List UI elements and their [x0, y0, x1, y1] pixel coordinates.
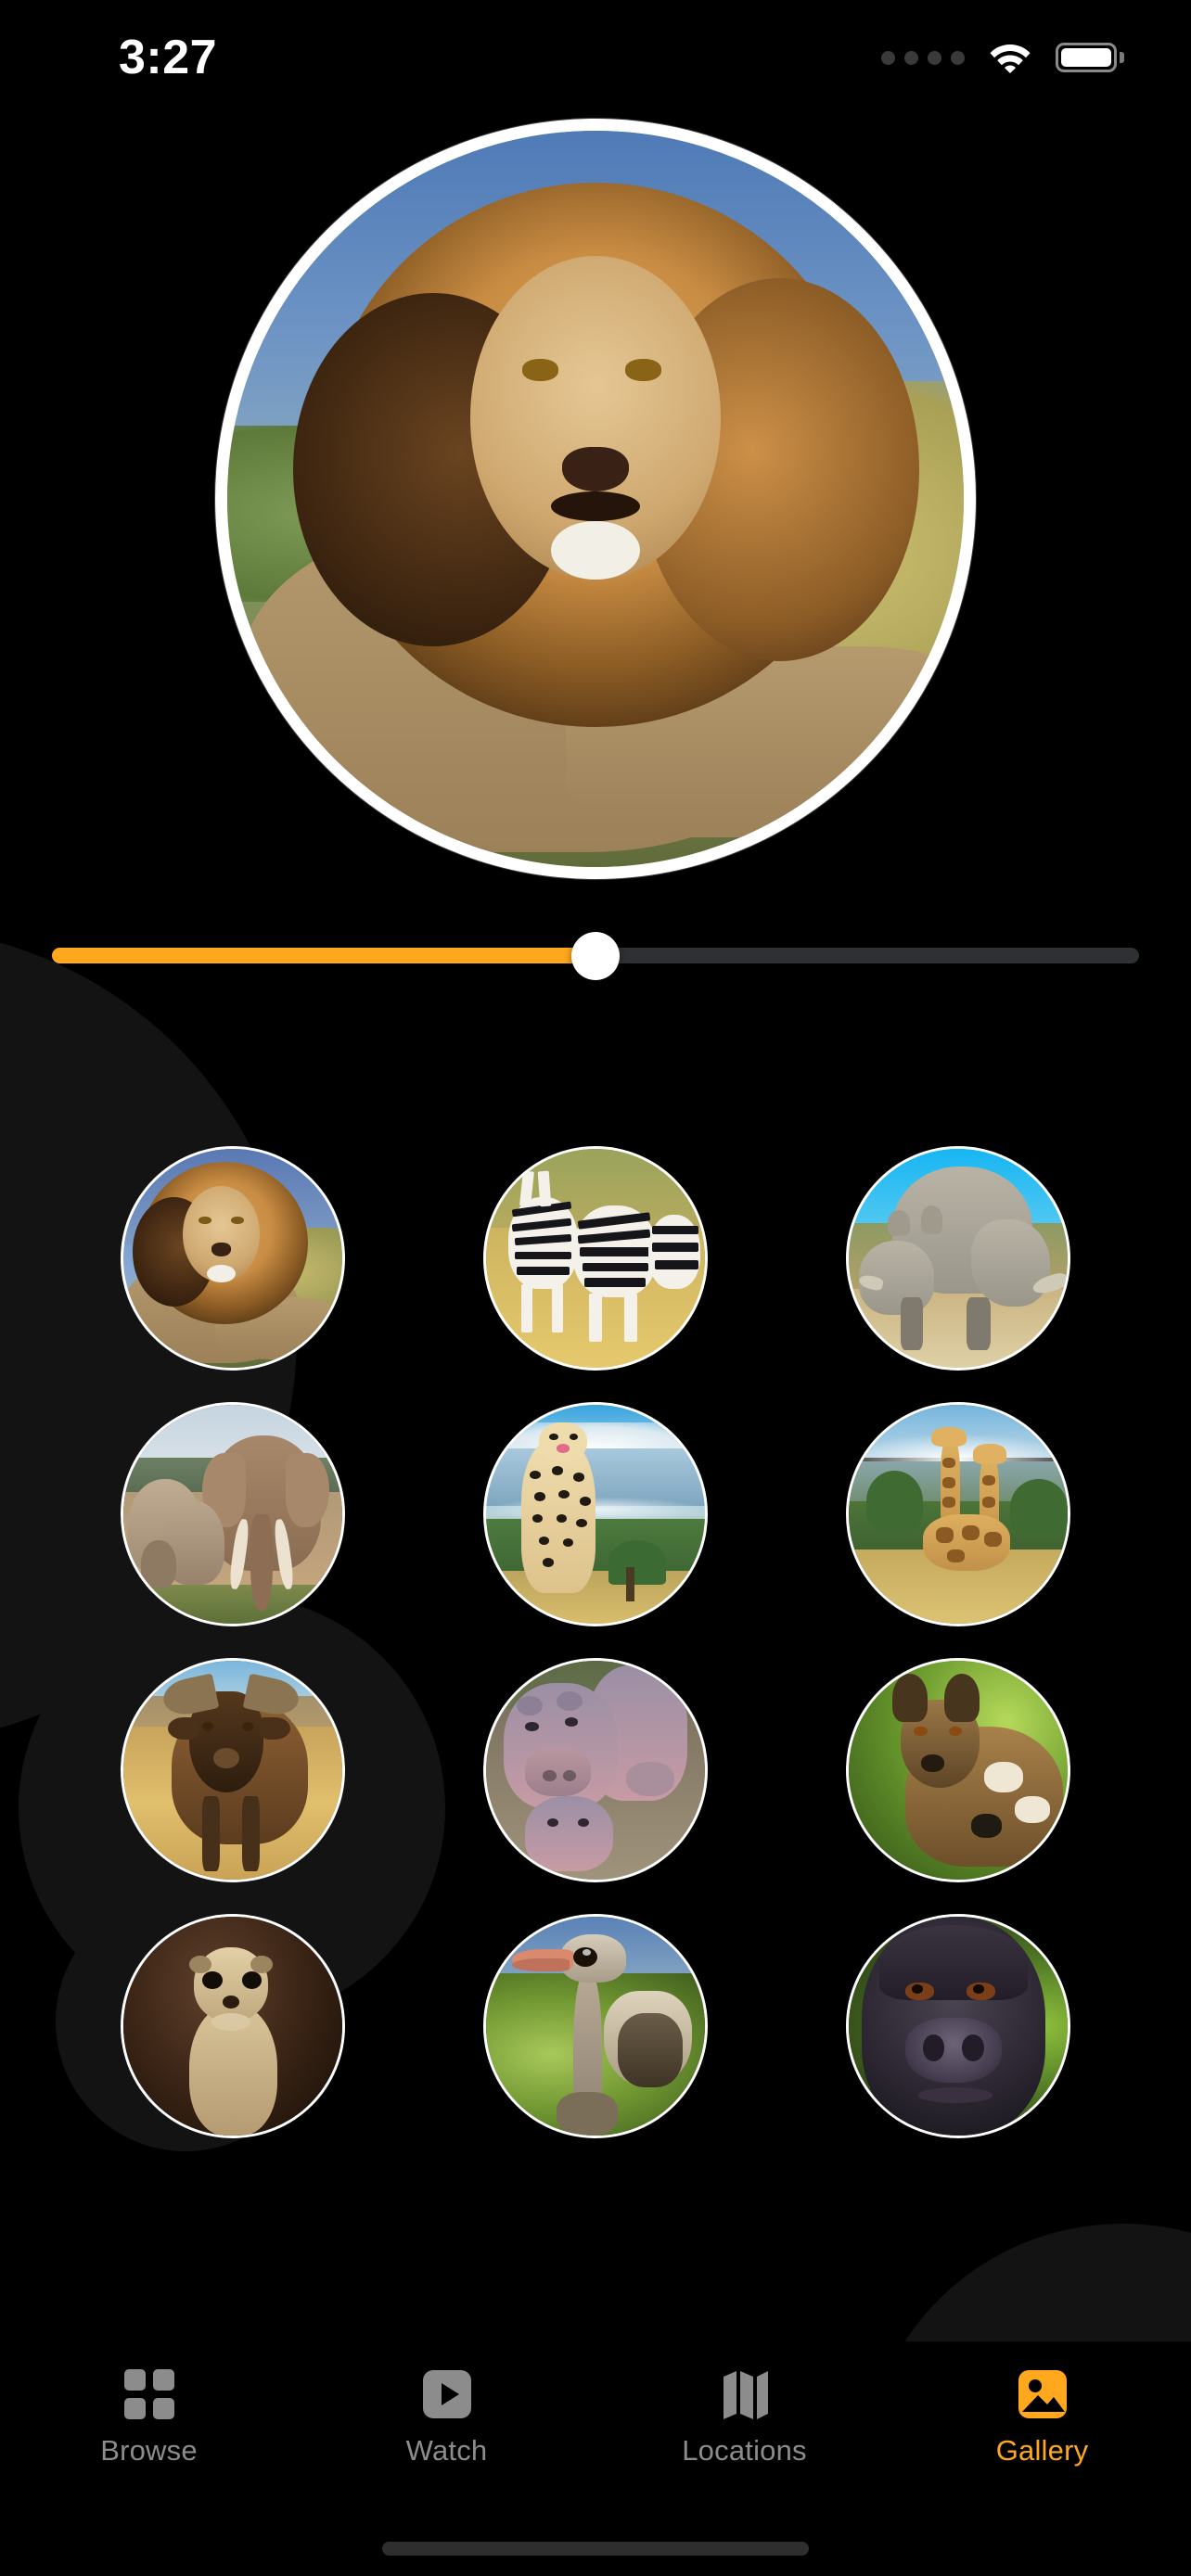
gallery-item-hippos[interactable] — [482, 1658, 708, 1882]
tab-label-browse: Browse — [100, 2434, 198, 2467]
gallery-item-cheetah[interactable] — [482, 1402, 708, 1626]
home-indicator — [382, 2542, 809, 2556]
status-bar: 3:27 — [0, 0, 1191, 102]
gallery-item-meerkat[interactable] — [121, 1914, 346, 2138]
photo-icon — [1018, 2370, 1067, 2418]
gallery-item-zebras[interactable] — [482, 1146, 708, 1371]
tab-browse[interactable]: Browse — [0, 2366, 298, 2465]
gallery-item-lion[interactable] — [121, 1146, 346, 1371]
gallery-item-buffalo[interactable] — [121, 1658, 346, 1882]
wifi-icon — [990, 45, 1031, 73]
status-bar-time: 3:27 — [119, 31, 218, 84]
slider-fill — [52, 948, 596, 963]
tab-locations[interactable]: Locations — [596, 2366, 893, 2465]
hero-image-border — [215, 119, 976, 879]
hero-image-photo-lion — [227, 131, 964, 867]
slider-thumb[interactable] — [571, 932, 620, 980]
tab-gallery[interactable]: Gallery — [893, 2366, 1191, 2465]
gallery-item-ostrich[interactable] — [482, 1914, 708, 2138]
gallery-grid — [0, 1146, 1191, 2138]
decorative-circle-bottom-right — [863, 2224, 1191, 2341]
image-progress-slider[interactable] — [0, 927, 1191, 983]
slider-track[interactable] — [52, 932, 1139, 980]
tab-label-gallery: Gallery — [995, 2434, 1089, 2467]
gallery-item-giraffes[interactable] — [845, 1402, 1070, 1626]
app-root: 3:27 Browse Watch Locations Gallery — [0, 0, 1191, 2576]
tab-watch[interactable]: Watch — [298, 2366, 596, 2465]
battery-icon — [1056, 43, 1124, 72]
gallery-item-elephants[interactable] — [121, 1402, 346, 1626]
map-icon — [723, 2371, 768, 2419]
gallery-item-african-wild-dog[interactable] — [845, 1658, 1070, 1882]
hero-image[interactable] — [215, 119, 976, 879]
cellular-signal-icon — [881, 50, 965, 65]
gallery-item-gorilla[interactable] — [845, 1914, 1070, 2138]
status-bar-icons — [881, 29, 1124, 73]
tab-label-locations: Locations — [682, 2434, 807, 2467]
tab-bar: Browse Watch Locations Gallery — [0, 2341, 1191, 2576]
tab-label-watch: Watch — [405, 2434, 488, 2467]
play-icon — [422, 2370, 471, 2418]
grid-icon — [123, 2369, 174, 2419]
gallery-item-rhinos[interactable] — [845, 1146, 1070, 1371]
